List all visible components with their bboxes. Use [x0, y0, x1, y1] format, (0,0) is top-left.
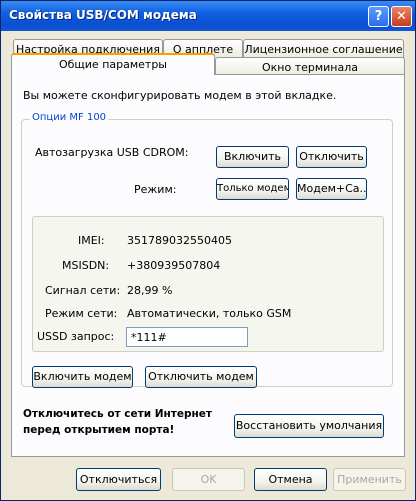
close-button[interactable]: ✕ [391, 6, 412, 27]
cancel-button[interactable]: Отмена [254, 468, 327, 491]
tab-general-settings[interactable]: Общие параметры [11, 53, 215, 75]
enable-modem-button[interactable]: Включить модем [32, 366, 133, 388]
options-group-title: Опции MF 100 [30, 112, 109, 123]
warning-line-1: Отключитесь от сети Интернет [23, 408, 212, 420]
dialog-window: Свойства USB/COM модема ? ✕ Настройка по… [0, 0, 416, 501]
signal-label: Сигнал сети: [45, 284, 121, 297]
disable-modem-button[interactable]: Отключить модем [145, 366, 257, 388]
title-bar[interactable]: Свойства USB/COM модема ? ✕ [1, 1, 415, 31]
imei-label: IMEI: [78, 234, 105, 247]
restore-defaults-button[interactable]: Восстановить умолчания [234, 414, 384, 438]
usb-cdrom-disable-button[interactable]: Отключить [296, 146, 367, 168]
apply-button[interactable]: Применить [333, 468, 406, 491]
msisdn-value: +380939507804 [127, 259, 221, 272]
ussd-input[interactable] [126, 327, 248, 347]
options-group: Опции MF 100 Автозагрузка USB CDROM: Вкл… [21, 112, 393, 388]
signal-value: 28,99 % [127, 284, 173, 297]
network-mode-value: Автоматически, только GSM [127, 307, 292, 320]
modem-cd-button[interactable]: Модем+Ca.. [296, 178, 367, 200]
disconnect-button[interactable]: Отключиться [76, 468, 161, 491]
ussd-label: USSD запрос: [37, 330, 115, 343]
ok-button[interactable]: OK [172, 468, 245, 491]
window-title: Свойства USB/COM модема [9, 8, 197, 22]
help-button[interactable]: ? [368, 6, 389, 27]
warning-line-2: перед открытием порта! [23, 424, 175, 436]
intro-text: Вы можете сконфигурировать модем в этой … [23, 89, 337, 102]
modem-info-panel: IMEI: 351789032550405 MSISDN: +380939507… [32, 216, 384, 352]
msisdn-label: MSISDN: [62, 259, 110, 272]
imei-value: 351789032550405 [127, 234, 232, 247]
modem-only-button[interactable]: Только модем [216, 178, 289, 200]
usb-cdrom-label: Автозагрузка USB CDROM: [35, 146, 189, 159]
mode-label: Режим: [134, 183, 177, 196]
general-settings-panel: Вы можете сконфигурировать модем в этой … [11, 74, 405, 457]
usb-cdrom-enable-button[interactable]: Включить [216, 146, 289, 168]
network-mode-label: Режим сети: [45, 307, 118, 320]
